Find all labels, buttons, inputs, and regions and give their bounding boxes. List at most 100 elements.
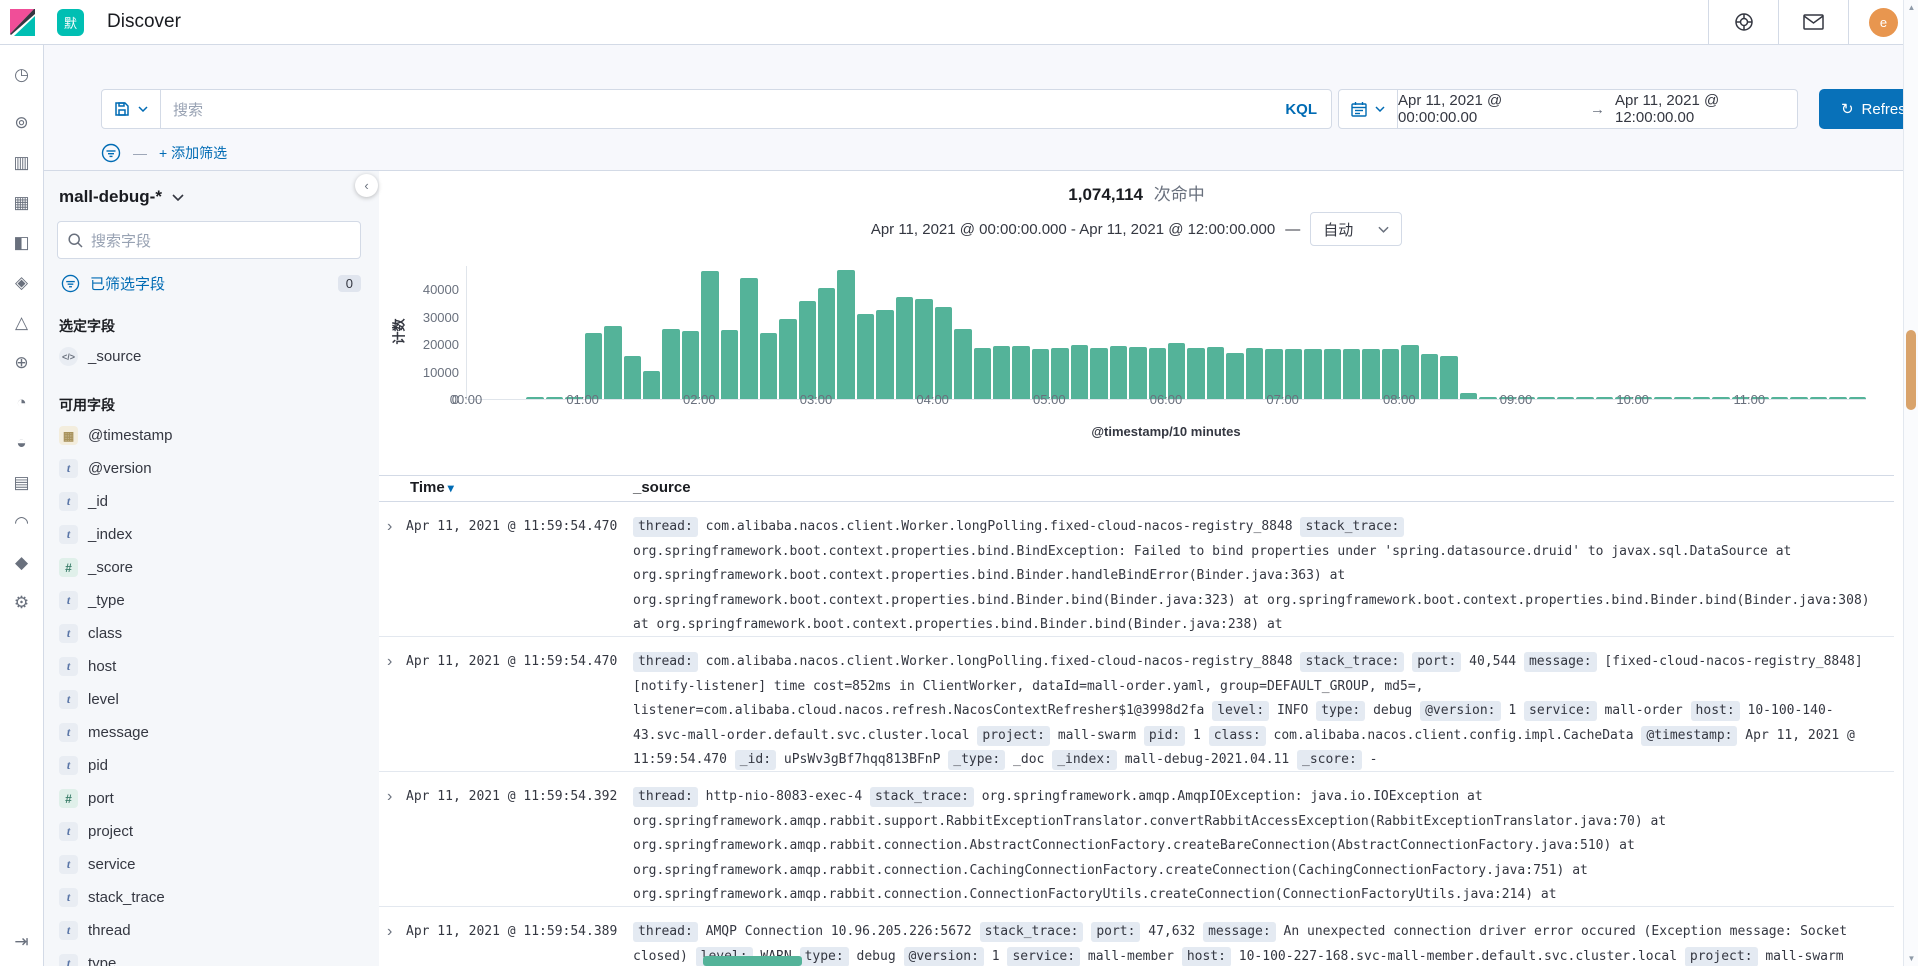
nav-visualize-button[interactable]: ▥ [0, 143, 44, 183]
histogram-bar[interactable] [643, 371, 660, 399]
histogram-bar[interactable] [1071, 345, 1088, 399]
histogram-bar[interactable] [1810, 397, 1827, 399]
histogram-bar[interactable] [624, 356, 641, 399]
histogram-bar[interactable] [1012, 346, 1029, 399]
scroll-up-arrow[interactable]: ▲ [1904, 3, 1918, 12]
nav-logs-button[interactable]: ▤ [0, 463, 44, 503]
field-item-service[interactable]: tservice [57, 848, 361, 881]
histogram-bar[interactable] [1226, 353, 1243, 399]
collapse-sidebar-button[interactable]: ‹ [355, 174, 378, 197]
histogram-bar[interactable] [1654, 397, 1671, 399]
index-pattern-switcher[interactable]: mall-debug-* [59, 187, 361, 207]
histogram-bar[interactable] [1440, 356, 1457, 399]
newsfeed-button[interactable] [1778, 0, 1848, 45]
kibana-logo[interactable] [0, 9, 44, 36]
histogram-bar[interactable] [1674, 397, 1691, 399]
field-item-_source[interactable]: </>_source [57, 340, 361, 373]
histogram-bar[interactable] [954, 329, 971, 399]
histogram-bar[interactable] [604, 326, 621, 399]
nav-apm-button[interactable]: ◔ [0, 383, 44, 423]
histogram-bar[interactable] [857, 314, 874, 399]
scrollbar-thumb[interactable] [1906, 330, 1916, 410]
space-badge[interactable]: 默 [57, 9, 84, 36]
histogram-bar[interactable] [760, 333, 777, 399]
histogram-bar[interactable] [1596, 397, 1613, 399]
histogram-bar[interactable] [1362, 349, 1379, 399]
field-item-_id[interactable]: t_id [57, 485, 361, 518]
histogram-bar[interactable] [1110, 346, 1127, 399]
histogram-bar[interactable] [818, 288, 835, 399]
histogram-bar[interactable] [526, 397, 543, 399]
field-item-project[interactable]: tproject [57, 815, 361, 848]
histogram-bar[interactable] [974, 348, 991, 399]
histogram-bar[interactable] [662, 329, 679, 399]
histogram-bar[interactable] [1771, 397, 1788, 399]
histogram-bar[interactable] [1187, 348, 1204, 399]
field-item-level[interactable]: tlevel [57, 683, 361, 716]
scroll-down-arrow[interactable]: ▼ [1904, 954, 1918, 963]
histogram-bar[interactable] [1129, 347, 1146, 399]
field-item-_type[interactable]: t_type [57, 584, 361, 617]
date-from[interactable]: Apr 11, 2021 @ 00:00:00.00 [1398, 92, 1580, 126]
histogram-bar[interactable] [876, 310, 893, 399]
nav-management-button[interactable]: ⚙ [0, 583, 44, 623]
nav-discover-button[interactable]: ⊚ [0, 103, 44, 143]
histogram-bar[interactable] [1693, 397, 1710, 399]
histogram-bar[interactable] [896, 297, 913, 399]
nav-graph-button[interactable]: ⊕ [0, 343, 44, 383]
histogram-bar[interactable] [915, 299, 932, 399]
histogram-bar[interactable] [837, 270, 854, 399]
histogram-bar[interactable] [1246, 348, 1263, 399]
query-language-button[interactable]: KQL [1271, 101, 1331, 118]
expand-row-button[interactable]: › [379, 920, 406, 966]
filtered-fields-toggle[interactable]: 已筛选字段 0 [61, 273, 361, 294]
field-item-message[interactable]: tmessage [57, 716, 361, 749]
histogram-bar[interactable] [1090, 348, 1107, 399]
histogram-bar[interactable] [1790, 397, 1807, 399]
field-item-_score[interactable]: #_score [57, 551, 361, 584]
histogram-bar[interactable] [779, 319, 796, 399]
histogram-bar[interactable] [721, 330, 738, 399]
nav-dashboard-button[interactable]: ▦ [0, 183, 44, 223]
nav-machine-learning-button[interactable]: △ [0, 303, 44, 343]
histogram-bar[interactable] [1304, 349, 1321, 399]
histogram-bar[interactable] [546, 397, 563, 399]
field-item-host[interactable]: thost [57, 650, 361, 683]
field-item-thread[interactable]: tthread [57, 914, 361, 947]
histogram-bar[interactable] [1479, 397, 1496, 399]
histogram-bar[interactable] [1421, 354, 1438, 399]
expand-row-button[interactable]: › [379, 650, 406, 771]
field-item-@timestamp[interactable]: ▦@timestamp [57, 419, 361, 452]
nav-recently-viewed-button[interactable]: ◷ [0, 55, 44, 95]
histogram-bar[interactable] [585, 333, 602, 399]
nav-canvas-button[interactable]: ◧ [0, 223, 44, 263]
histogram-bar[interactable] [1343, 349, 1360, 399]
nav-metrics-button[interactable]: ◒ [0, 423, 44, 463]
add-filter-link[interactable]: + 添加筛选 [159, 143, 227, 163]
histogram-bar[interactable] [1576, 397, 1593, 399]
nav-maps-button[interactable]: ◈ [0, 263, 44, 303]
interval-select[interactable]: 自动 [1310, 212, 1402, 246]
field-item-stack_trace[interactable]: tstack_trace [57, 881, 361, 914]
expand-row-button[interactable]: › [379, 785, 406, 906]
nav-uptime-button[interactable]: ◠ [0, 503, 44, 543]
nav-siem-button[interactable]: ◆ [0, 543, 44, 583]
field-search-input[interactable]: 搜索字段 [57, 221, 361, 259]
field-item-_index[interactable]: t_index [57, 518, 361, 551]
histogram-bar[interactable] [1712, 397, 1729, 399]
expand-row-button[interactable]: › [379, 515, 406, 636]
histogram-bar[interactable] [1207, 347, 1224, 399]
field-item-@version[interactable]: t@version [57, 452, 361, 485]
histogram-bar[interactable] [1324, 349, 1341, 399]
histogram-bar[interactable] [740, 278, 757, 399]
histogram-bar[interactable] [1537, 397, 1554, 399]
histogram-bar[interactable] [1168, 343, 1185, 399]
time-column-header[interactable]: Time▾ [410, 479, 454, 496]
histogram-bar[interactable] [1401, 345, 1418, 399]
histogram-bar[interactable] [1829, 397, 1846, 399]
field-item-type[interactable]: ttype [57, 947, 361, 966]
help-button[interactable] [1708, 0, 1778, 45]
page-scrollbar[interactable]: ▲ ▼ [1903, 0, 1918, 966]
date-to[interactable]: Apr 11, 2021 @ 12:00:00.00 [1615, 92, 1797, 126]
histogram-bar[interactable] [1557, 397, 1574, 399]
